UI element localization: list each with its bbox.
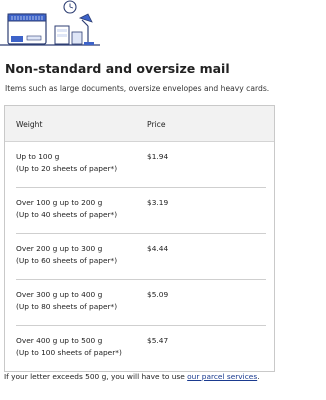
sheets-cell: (Up to 40 sheets of paper*) [16, 210, 118, 219]
mail-sorting-machine-illustration [0, 0, 100, 46]
section-description: Items such as large documents, oversize … [5, 84, 270, 93]
page-title: Non-standard and oversize mail [5, 61, 230, 76]
price-cell: $5.09 [147, 290, 169, 299]
sheets-cell: (Up to 60 sheets of paper*) [16, 256, 118, 265]
parcel-services-link[interactable]: our parcel services [187, 372, 257, 381]
table-header: Weight Price [5, 106, 274, 142]
weight-cell: Over 200 g up to 300 g [16, 244, 103, 253]
sheets-cell: (Up to 20 sheets of paper*) [16, 164, 118, 173]
table-row: Over 200 g up to 300 g (Up to 60 sheets … [16, 233, 266, 280]
oversize-note-text: If your letter exceeds 500 g, you will h… [4, 372, 188, 381]
weight-cell: Over 300 g up to 400 g [16, 290, 103, 299]
sheets-cell: (Up to 100 sheets of paper*) [16, 348, 122, 357]
price-column-header: Price [147, 120, 166, 129]
sheets-cell: (Up to 80 sheets of paper*) [16, 302, 118, 311]
rate-table: Weight Price Up to 100 g (Up to 20 sheet… [4, 105, 275, 372]
price-cell: $4.44 [147, 244, 169, 253]
weight-cell: Over 100 g up to 200 g [16, 198, 103, 207]
table-row: Over 400 g up to 500 g (Up to 100 sheets… [16, 325, 266, 371]
price-cell: $3.19 [147, 198, 169, 207]
oversize-note-end: . [257, 372, 260, 381]
weight-cell: Over 400 g up to 500 g [16, 336, 103, 345]
clock-icon [63, 0, 77, 14]
table-row: Up to 100 g (Up to 20 sheets of paper*) … [16, 141, 266, 188]
oversize-note: If your letter exceeds 500 g, you will h… [4, 372, 260, 381]
table-row: Over 300 g up to 400 g (Up to 80 sheets … [16, 279, 266, 326]
table-row: Over 100 g up to 200 g (Up to 40 sheets … [16, 187, 266, 234]
price-cell: $1.94 [147, 152, 169, 161]
weight-cell: Up to 100 g [16, 152, 60, 161]
weight-column-header: Weight [16, 120, 43, 129]
price-cell: $5.47 [147, 336, 169, 345]
